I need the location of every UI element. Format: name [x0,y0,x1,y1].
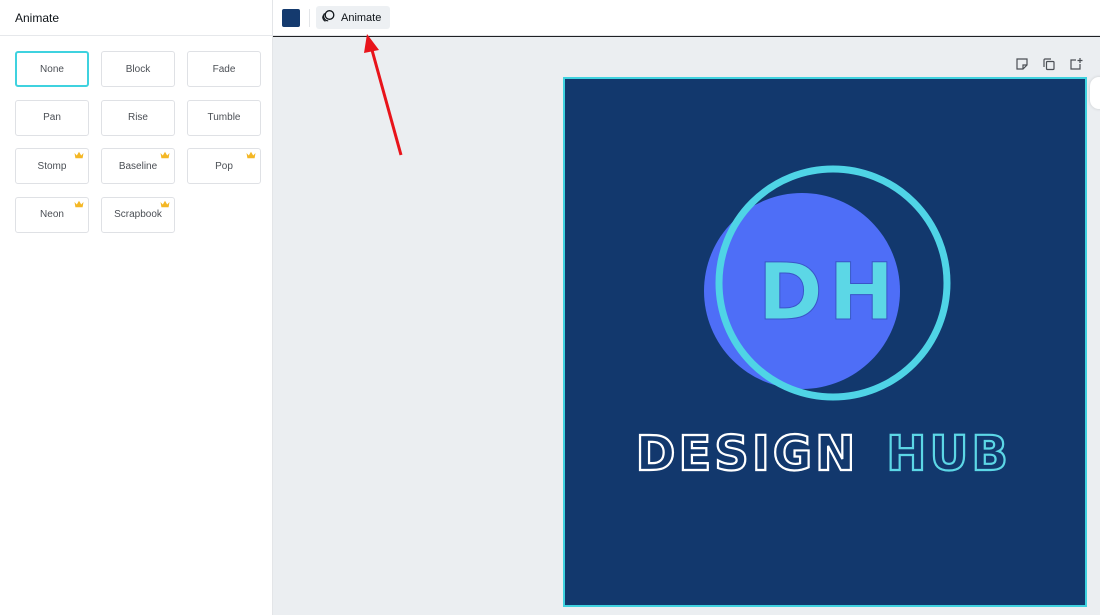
animation-option-label: Scrapbook [114,209,162,220]
animation-option-label: Fade [212,63,236,75]
premium-crown-icon [160,151,170,159]
premium-crown-icon [246,151,256,159]
animation-grid: None Block Fade Pan Rise Tumble Stomp Baseline P… [15,51,261,233]
animation-option-label: Baseline [118,160,158,172]
side-scroll-handle[interactable] [1090,77,1100,109]
animate-button[interactable]: Animate [316,6,391,29]
animation-option-label: Pop [215,160,233,172]
animation-option-none[interactable]: None [15,51,89,87]
animation-option-pan[interactable]: Pan [15,99,89,136]
editor-toolbar: Animate [273,0,1100,36]
canvas-area: DH DESIGN HUB [273,37,1100,615]
animation-option-label: Stomp [37,160,67,172]
design-page[interactable]: DH DESIGN HUB [563,77,1087,607]
logo-wordmark: DESIGN HUB [636,426,1011,482]
animate-panel: Animate None Block Fade Pan Rise Tumble Stomp B… [0,0,273,615]
animation-option-label: Pan [43,112,61,123]
animation-option-label: Tumble [207,112,241,123]
wordmark-hub: HUB [886,426,1011,482]
animation-option-fade[interactable]: Fade [187,51,261,87]
animation-option-label: None [40,63,64,75]
logo-artwork: DH DESIGN HUB [565,79,1085,605]
panel-title: Animate [0,0,272,36]
duplicate-page-icon[interactable] [1042,57,1056,71]
animation-option-scrapbook[interactable]: Scrapbook [101,196,175,233]
wordmark-design: DESIGN [636,426,859,482]
premium-crown-icon [74,151,84,159]
premium-crown-icon [160,200,170,207]
animation-option-baseline[interactable]: Baseline [101,148,175,184]
animation-option-pop[interactable]: Pop [187,148,261,184]
animation-option-block[interactable]: Block [101,51,175,87]
animation-option-stomp[interactable]: Stomp [15,148,89,184]
animate-icon [321,9,335,26]
color-swatch-button[interactable] [282,9,300,27]
animation-option-neon[interactable]: Neon [15,196,89,233]
animate-label: Animate [341,11,382,24]
premium-crown-icon [74,200,84,207]
animation-option-rise[interactable]: Rise [101,99,175,136]
animation-option-label: Neon [40,209,64,220]
toolbar-divider [309,9,310,27]
notes-icon[interactable] [1015,57,1029,71]
logo-initials: DH [758,248,900,338]
animation-option-label: Block [125,63,151,75]
animation-option-tumble[interactable]: Tumble [187,99,261,136]
add-page-icon[interactable] [1069,57,1083,71]
animation-option-label: Rise [127,112,148,123]
